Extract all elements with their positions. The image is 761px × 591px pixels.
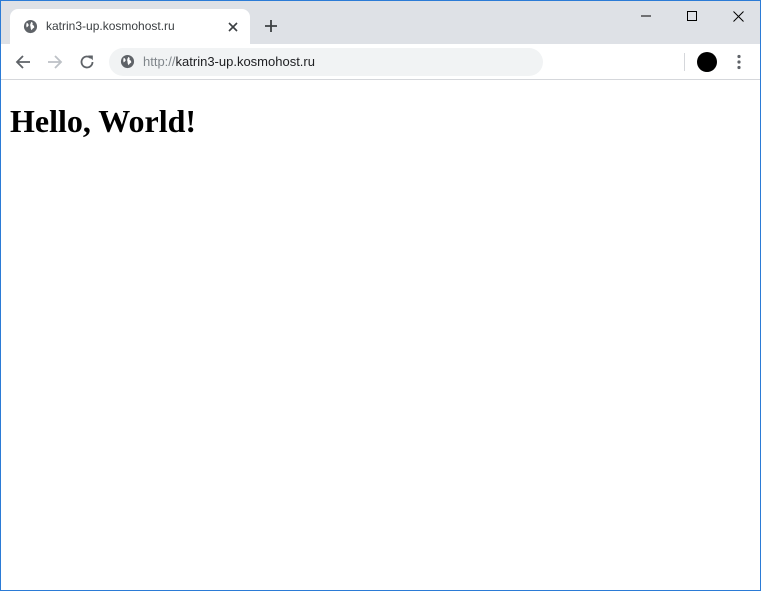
url-host: katrin3-up.kosmohost.ru	[175, 54, 315, 69]
tab-strip: katrin3-up.kosmohost.ru	[1, 1, 760, 44]
maximize-icon[interactable]	[669, 1, 715, 31]
toolbar-divider	[684, 53, 685, 71]
kebab-menu-icon[interactable]	[729, 52, 749, 72]
minimize-icon[interactable]	[623, 1, 669, 31]
arrow-right-icon[interactable]	[43, 50, 67, 74]
url-scheme: http://	[143, 54, 176, 69]
arrow-left-icon[interactable]	[11, 50, 35, 74]
url-text[interactable]: http://katrin3-up.kosmohost.ru	[143, 54, 315, 70]
tab-title: katrin3-up.kosmohost.ru	[46, 19, 175, 33]
globe-icon[interactable]	[120, 54, 135, 69]
page-heading: Hello, World!	[10, 103, 197, 139]
plus-icon[interactable]	[261, 16, 281, 36]
page-content: Hello, World!	[1, 81, 760, 590]
reload-icon[interactable]	[75, 50, 99, 74]
browser-window: katrin3-up.kosmohost.ru http://katrin3-u…	[0, 0, 761, 591]
address-bar[interactable]: http://katrin3-up.kosmohost.ru	[109, 48, 543, 76]
avatar[interactable]	[697, 52, 717, 72]
close-icon[interactable]	[715, 1, 760, 31]
tab-active[interactable]: katrin3-up.kosmohost.ru	[10, 9, 250, 44]
close-icon[interactable]	[224, 18, 242, 36]
toolbar: http://katrin3-up.kosmohost.ru	[1, 44, 760, 80]
globe-icon	[23, 19, 38, 34]
